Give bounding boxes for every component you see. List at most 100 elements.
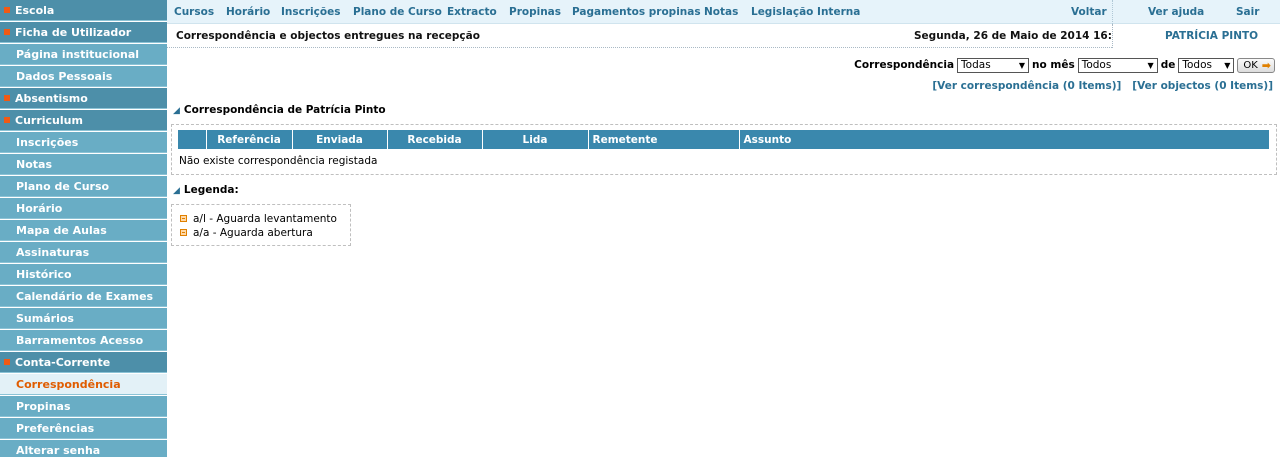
sidebar-item-ficha-utilizador[interactable]: Ficha de Utilizador bbox=[0, 22, 167, 43]
nav-link-extracto[interactable]: Extracto bbox=[447, 6, 497, 18]
sidebar-item-label: Horário bbox=[16, 202, 63, 215]
sidebar-item-mapa-aulas[interactable]: Mapa de Aulas bbox=[0, 220, 167, 241]
legend-box: a/l - Aguarda levantamento a/a - Aguarda… bbox=[171, 204, 351, 246]
de-select[interactable]: Todos ▼ bbox=[1178, 57, 1235, 73]
sidebar-item-absentismo[interactable]: Absentismo bbox=[0, 88, 167, 109]
sidebar-item-historico[interactable]: Histórico bbox=[0, 264, 167, 285]
nav-link-horario[interactable]: Horário bbox=[226, 6, 270, 18]
correspondencia-select[interactable]: Todas ▼ bbox=[957, 57, 1030, 73]
correspondence-section-title: ◢ Correspondência de Patrícia Pinto bbox=[173, 104, 386, 116]
nav-separator bbox=[1112, 0, 1113, 24]
correspondencia-filter-label: Correspondência bbox=[854, 59, 955, 71]
de-filter-label: de bbox=[1160, 59, 1176, 71]
sidebar-item-label: Dados Pessoais bbox=[16, 70, 113, 83]
nav-link-inscricoes[interactable]: Inscrições bbox=[281, 6, 340, 18]
column-header-referencia[interactable]: Referência bbox=[206, 130, 293, 149]
nav-link-pagamentos-propinas[interactable]: Pagamentos propinas bbox=[572, 6, 701, 18]
sidebar-item-label: Absentismo bbox=[15, 92, 88, 105]
sidebar-item-propinas[interactable]: Propinas bbox=[0, 396, 167, 417]
plus-icon bbox=[4, 359, 10, 365]
sidebar-item-alterar-senha[interactable]: Alterar senha bbox=[0, 440, 167, 457]
sidebar-item-barramentos-acesso[interactable]: Barramentos Acesso bbox=[0, 330, 167, 351]
sidebar-item-correspondencia[interactable]: Correspondência bbox=[0, 374, 167, 395]
nav-link-propinas[interactable]: Propinas bbox=[509, 6, 561, 18]
column-header-recebida[interactable]: Recebida bbox=[387, 130, 483, 149]
sidebar-item-calendario-exames[interactable]: Calendário de Exames bbox=[0, 286, 167, 307]
filter-bar: Correspondência Todas ▼ no mês Todos ▼ de … bbox=[854, 57, 1275, 73]
column-header-assunto[interactable]: Assunto bbox=[739, 130, 1270, 149]
legend-item-text: a/l - Aguarda levantamento bbox=[193, 213, 337, 225]
nav-link-legislacao-interna[interactable]: Legislação Interna bbox=[751, 6, 860, 18]
arrow-right-icon: ➡ bbox=[1261, 58, 1271, 72]
empty-table-message: Não existe correspondência registada bbox=[179, 155, 378, 167]
sidebar-item-horario[interactable]: Horário bbox=[0, 198, 167, 219]
page-title: Correspondência e objectos entregues na … bbox=[176, 30, 480, 42]
sidebar-item-label: Calendário de Exames bbox=[16, 290, 154, 303]
select-value: Todos bbox=[1081, 58, 1112, 71]
ver-objectos-link[interactable]: [Ver objectos (0 Items)] bbox=[1132, 80, 1273, 92]
sidebar-item-conta-corrente[interactable]: Conta-Corrente bbox=[0, 352, 167, 373]
envelope-icon bbox=[180, 215, 187, 222]
sidebar-item-label: Preferências bbox=[16, 422, 95, 435]
envelope-icon bbox=[180, 229, 187, 236]
legend-item: a/l - Aguarda levantamento bbox=[180, 213, 337, 225]
table-row: Não existe correspondência registada bbox=[178, 149, 1270, 168]
sidebar-item-label: Inscrições bbox=[16, 136, 79, 149]
legend-item-text: a/a - Aguarda abertura bbox=[193, 227, 313, 239]
page-header: Correspondência e objectos entregues na … bbox=[167, 24, 1280, 48]
select-value: Todos bbox=[1182, 58, 1212, 71]
sidebar: Escola Ficha de Utilizador Página instit… bbox=[0, 0, 167, 457]
select-value: Todas bbox=[961, 58, 991, 71]
sidebar-item-preferencias[interactable]: Preferências bbox=[0, 418, 167, 439]
correspondence-table: Referência Enviada Recebida Lida Remeten… bbox=[178, 130, 1270, 168]
legend-item: a/a - Aguarda abertura bbox=[180, 227, 313, 239]
nav-link-plano-curso[interactable]: Plano de Curso bbox=[353, 6, 442, 18]
sidebar-item-label: Sumários bbox=[16, 312, 74, 325]
legend-title-text: Legenda: bbox=[183, 184, 239, 196]
plus-icon bbox=[4, 7, 10, 13]
sidebar-item-label: Página institucional bbox=[16, 48, 140, 61]
nav-link-sair[interactable]: Sair bbox=[1236, 6, 1259, 18]
column-header-enviada[interactable]: Enviada bbox=[292, 130, 388, 149]
legend-section-title: ◢ Legenda: bbox=[173, 184, 239, 196]
dropdown-arrow-icon: ▼ bbox=[1018, 60, 1026, 70]
sidebar-item-plano-curso[interactable]: Plano de Curso bbox=[0, 176, 167, 197]
nav-link-cursos[interactable]: Cursos bbox=[174, 6, 214, 18]
user-name[interactable]: PATRÍCIA PINTO bbox=[1165, 30, 1258, 42]
sidebar-item-label: Alterar senha bbox=[16, 444, 101, 457]
sidebar-item-label: Assinaturas bbox=[16, 246, 90, 259]
nav-link-voltar[interactable]: Voltar bbox=[1071, 6, 1107, 18]
ok-button[interactable]: OK ➡ bbox=[1237, 57, 1275, 73]
sidebar-item-label: Mapa de Aulas bbox=[16, 224, 107, 237]
sidebar-item-notas[interactable]: Notas bbox=[0, 154, 167, 175]
sidebar-item-assinaturas[interactable]: Assinaturas bbox=[0, 242, 167, 263]
column-header-remetente[interactable]: Remetente bbox=[588, 130, 740, 149]
sidebar-item-escola[interactable]: Escola bbox=[0, 0, 167, 21]
mes-select[interactable]: Todos ▼ bbox=[1077, 57, 1158, 73]
sidebar-item-label: Propinas bbox=[16, 400, 71, 413]
plus-icon bbox=[4, 117, 10, 123]
sidebar-item-dados-pessoais[interactable]: Dados Pessoais bbox=[0, 66, 167, 87]
sidebar-item-sumarios[interactable]: Sumários bbox=[0, 308, 167, 329]
sidebar-item-curriculum[interactable]: Curriculum bbox=[0, 110, 167, 131]
sidebar-item-label: Curriculum bbox=[15, 114, 83, 127]
sidebar-item-inscricoes[interactable]: Inscrições bbox=[0, 132, 167, 153]
ver-correspondencia-link[interactable]: [Ver correspondência (0 Items)] bbox=[932, 80, 1121, 92]
sidebar-item-label: Histórico bbox=[16, 268, 72, 281]
sidebar-item-pagina-institucional[interactable]: Página institucional bbox=[0, 44, 167, 65]
sidebar-item-label: Correspondência bbox=[16, 378, 121, 391]
section-arrow-icon: ◢ bbox=[173, 186, 180, 196]
nav-link-ver-ajuda[interactable]: Ver ajuda bbox=[1148, 6, 1204, 18]
current-datetime: Segunda, 26 de Maio de 2014 16:14 bbox=[914, 30, 1127, 42]
plus-icon bbox=[4, 29, 10, 35]
user-area: PATRÍCIA PINTO bbox=[1112, 24, 1280, 48]
section-arrow-icon: ◢ bbox=[173, 106, 180, 116]
column-header-lida[interactable]: Lida bbox=[482, 130, 589, 149]
table-header-row: Referência Enviada Recebida Lida Remeten… bbox=[178, 130, 1270, 149]
column-header-empty bbox=[178, 130, 207, 149]
dropdown-arrow-icon: ▼ bbox=[1147, 60, 1154, 70]
sidebar-item-label: Ficha de Utilizador bbox=[15, 26, 132, 39]
nav-link-notas[interactable]: Notas bbox=[704, 6, 738, 18]
dropdown-arrow-icon: ▼ bbox=[1224, 60, 1231, 70]
sidebar-item-label: Escola bbox=[15, 4, 55, 17]
